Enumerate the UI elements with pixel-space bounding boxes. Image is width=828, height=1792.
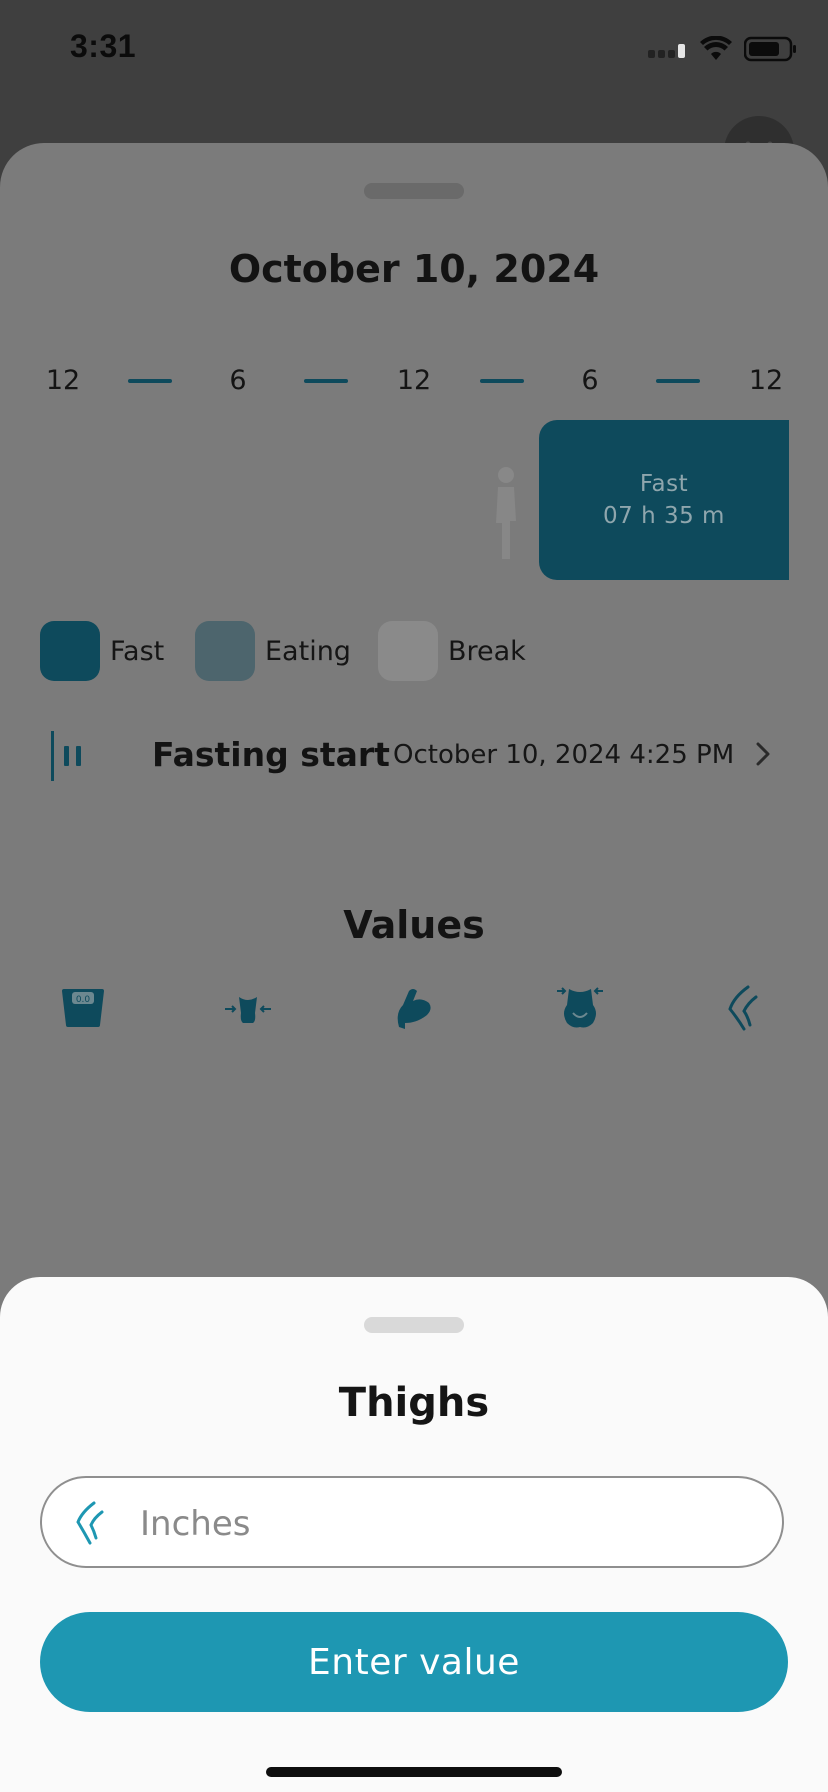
scale-icon[interactable]: 0.0	[58, 983, 108, 1033]
hour-label: 6	[229, 365, 247, 396]
fasting-start-row[interactable]: Fasting start October 10, 2024 4:25 PM	[0, 723, 828, 783]
legend-swatch	[378, 621, 438, 681]
legend-swatch	[40, 621, 100, 681]
inches-input-box[interactable]	[40, 1476, 784, 1568]
battery-icon	[744, 36, 796, 62]
person-figure-icon	[496, 467, 516, 559]
status-icons	[648, 36, 798, 62]
signal-icon	[648, 44, 685, 58]
fasting-start-label: Fasting start	[152, 735, 390, 774]
sheet-title: Thighs	[338, 1380, 490, 1426]
timeline-dash	[656, 379, 700, 383]
enter-value-button[interactable]: Enter value	[40, 1612, 788, 1712]
legend-label: Fast	[110, 635, 165, 667]
legend-swatch	[195, 621, 255, 681]
hour-label: 6	[581, 365, 599, 396]
fast-block-label: Fast	[639, 471, 689, 497]
values-title: Values	[343, 903, 485, 947]
hour-label: 12	[45, 365, 81, 396]
legend-label: Break	[448, 635, 526, 667]
svg-text:0.0: 0.0	[76, 995, 91, 1005]
waist-icon[interactable]	[223, 983, 273, 1033]
fast-period-block[interactable]: Fast 07 h 35 m	[539, 420, 789, 580]
timeline-dash	[128, 379, 172, 383]
wifi-icon	[700, 36, 732, 60]
thighs-input-sheet: Thighs Enter value	[0, 1277, 828, 1792]
legend-item-fast: Fast	[40, 621, 164, 681]
status-bar: 3:31	[0, 0, 828, 100]
biceps-icon[interactable]	[389, 983, 439, 1033]
fast-block-duration: 07 h 35 m	[603, 503, 725, 529]
legend-item-break: Break	[378, 621, 526, 681]
sheet-grabber[interactable]	[364, 1317, 464, 1333]
status-time: 3:31	[70, 28, 137, 64]
hour-label: 12	[396, 365, 432, 396]
date-title: October 10, 2024	[228, 247, 600, 291]
legend-label: Eating	[265, 635, 351, 667]
values-icons-row: 0.0	[0, 983, 828, 1043]
home-indicator	[266, 1767, 562, 1777]
thighs-icon	[76, 1501, 104, 1545]
timeline-hours: 12 6 12 6 12	[0, 365, 828, 405]
pause-icon	[51, 731, 81, 781]
sheet-grabber[interactable]	[364, 183, 464, 199]
chevron-right-icon	[756, 742, 770, 766]
hour-label: 12	[748, 365, 784, 396]
legend-item-eating: Eating	[195, 621, 351, 681]
inches-input[interactable]	[138, 1496, 742, 1552]
thighs-icon[interactable]	[720, 983, 770, 1033]
fasting-start-value: October 10, 2024 4:25 PM	[393, 740, 735, 770]
hips-icon[interactable]	[555, 983, 605, 1033]
timeline-dash	[480, 379, 524, 383]
timeline-dash	[304, 379, 348, 383]
